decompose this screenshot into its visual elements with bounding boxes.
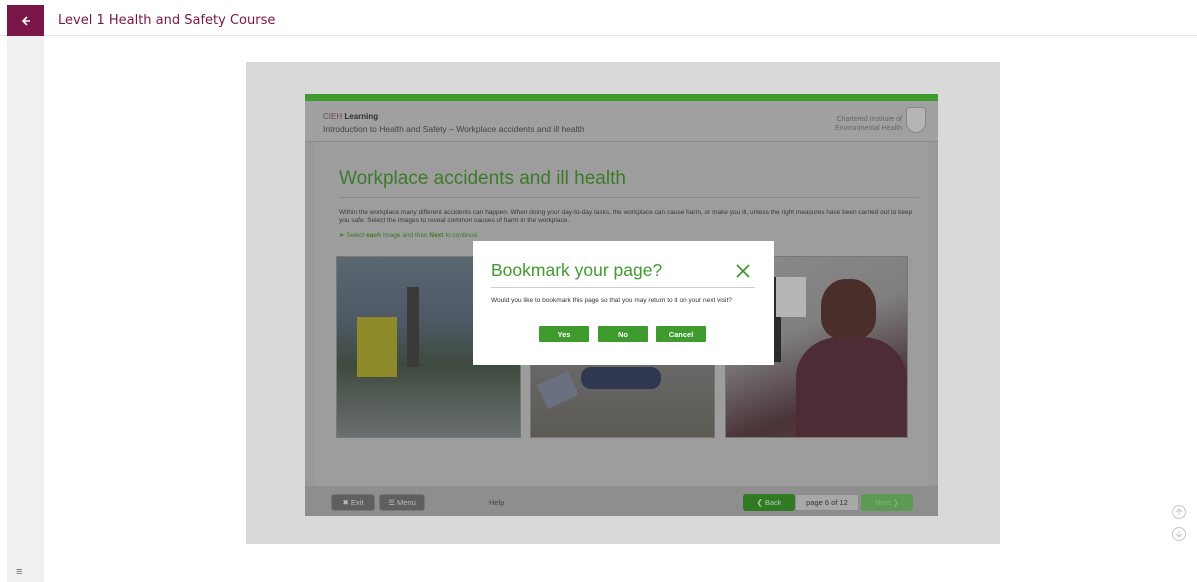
left-rail: [7, 36, 44, 582]
course-footer: ✖ Exit ☰ Menu Help ❮ Back page 6 of 12 N…: [305, 486, 938, 516]
page-next-button[interactable]: Next ❯: [861, 494, 913, 511]
laptop-shape: [537, 371, 579, 409]
instruction-mid: image and then: [382, 232, 428, 239]
bookmark-dialog: Bookmark your page? Would you like to bo…: [473, 241, 774, 365]
fallen-person-shape: [581, 367, 661, 389]
institute-line-2: Environmental Health: [835, 125, 902, 132]
menu-label: Menu: [397, 498, 416, 507]
dialog-title: Bookmark your page?: [491, 260, 663, 280]
forklift-mast-shape: [407, 287, 419, 367]
instruction-pre: Select: [346, 232, 365, 239]
back-label: Back: [764, 498, 782, 507]
course-header: CIEH Learning Introduction to Health and…: [305, 101, 938, 142]
dialog-divider: [491, 287, 755, 288]
crest-icon: [906, 107, 926, 133]
institute-line-1: Chartered Institute of: [836, 116, 902, 123]
brand-prefix: CIEH: [323, 112, 343, 121]
top-bar: Level 1 Health and Safety Course: [0, 0, 1197, 36]
arrow-left-icon: [21, 15, 30, 26]
hamburger-icon[interactable]: ≡: [16, 566, 22, 578]
page-title: Workplace accidents and ill health: [339, 168, 626, 189]
back-button[interactable]: [7, 5, 44, 36]
page-indicator: page 6 of 12: [795, 494, 859, 511]
instruction-text: ➤ Select each image and then Next to con…: [339, 232, 479, 239]
help-link[interactable]: Help: [489, 498, 504, 507]
next-label: Next: [875, 498, 891, 507]
course-title: Level 1 Health and Safety Course: [58, 13, 276, 28]
yes-button[interactable]: Yes: [539, 326, 589, 342]
person-body-shape: [796, 337, 906, 437]
course-subtitle: Introduction to Health and Safety – Work…: [323, 124, 585, 134]
institute-name: Chartered Institute of Environmental Hea…: [792, 115, 902, 133]
instruction-next: Next: [429, 232, 444, 239]
divider: [339, 197, 919, 198]
chart-card-shape: [776, 277, 806, 317]
exit-button[interactable]: ✖ Exit: [331, 494, 375, 511]
intro-text: Within the workplace many different acci…: [339, 209, 913, 224]
menu-button[interactable]: ☰ Menu: [379, 494, 425, 511]
arrow-down-circle-icon[interactable]: [1172, 527, 1186, 541]
page-back-button[interactable]: ❮ Back: [743, 494, 795, 511]
brand-name: Learning: [344, 112, 379, 121]
forklift-shape: [357, 317, 397, 377]
instruction-each: each: [366, 232, 381, 239]
close-icon[interactable]: [735, 263, 751, 279]
no-button[interactable]: No: [598, 326, 648, 342]
exit-label: Exit: [350, 498, 364, 507]
arrow-up-circle-icon[interactable]: [1172, 505, 1186, 519]
course-top-line: [305, 94, 938, 101]
instruction-post: to continue.: [445, 232, 479, 239]
dialog-message: Would you like to bookmark this page so …: [491, 297, 732, 304]
person-head-shape: [821, 279, 876, 339]
brand-logo: CIEH Learning: [323, 112, 378, 121]
cancel-button[interactable]: Cancel: [656, 326, 706, 342]
